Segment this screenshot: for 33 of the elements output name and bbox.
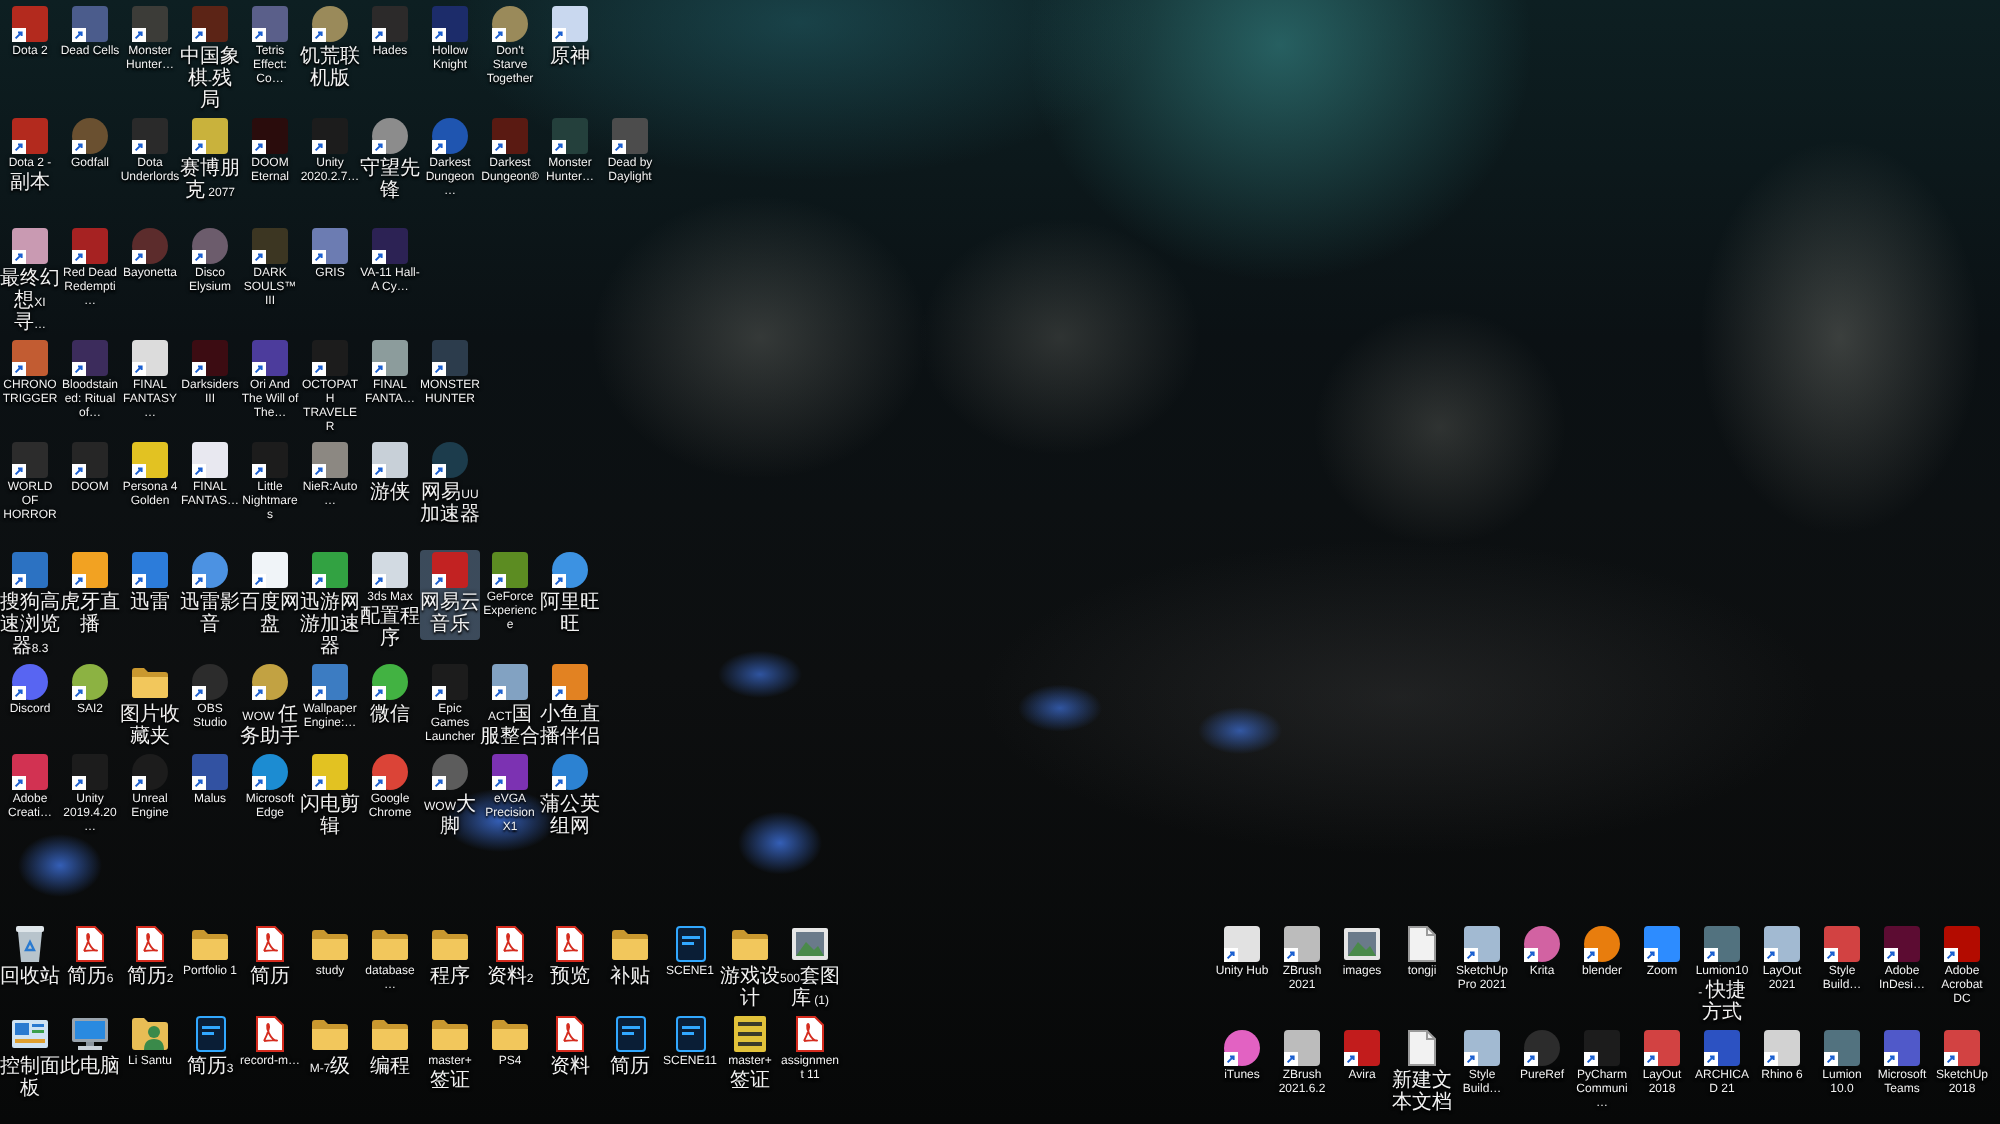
document-icon: [1408, 1030, 1436, 1066]
folder-icon: [612, 929, 648, 959]
document-icon: [1408, 926, 1436, 962]
recycle-bin-icon: [16, 926, 44, 962]
pdf-file-icon: [496, 926, 524, 962]
control-panel-icon: [12, 1020, 48, 1048]
folder-icon: [372, 1019, 408, 1049]
folder-icon: [432, 929, 468, 959]
desktop-icon[interactable]: 网易云音乐: [420, 550, 480, 640]
pdf-file-icon: [556, 1016, 584, 1052]
folder-icon: [372, 929, 408, 959]
pdf-file-icon: [256, 1016, 284, 1052]
folder-icon: [312, 929, 348, 959]
folder-icon: [492, 1019, 528, 1049]
folder-icon: [312, 1019, 348, 1049]
computer-icon: [72, 1018, 108, 1050]
psd-file-icon: [675, 926, 705, 962]
psd-file-icon: [615, 1016, 645, 1052]
pdf-file-icon: [136, 926, 164, 962]
folder-icon: [432, 1019, 468, 1049]
pdf-file-icon: [556, 926, 584, 962]
image-file-icon: [792, 928, 828, 960]
pdf-file-icon: [256, 926, 284, 962]
pdf-file-icon: [76, 926, 104, 962]
folder-icon: [192, 929, 228, 959]
archive-icon: [734, 1016, 766, 1052]
psd-file-icon: [195, 1016, 225, 1052]
user-folder-icon: [132, 1018, 168, 1050]
folder-icon: [132, 667, 168, 697]
psd-file-icon: [675, 1016, 705, 1052]
pdf-file-icon: [796, 1016, 824, 1052]
folder-icon: [732, 929, 768, 959]
image-file-icon: [1344, 928, 1380, 960]
